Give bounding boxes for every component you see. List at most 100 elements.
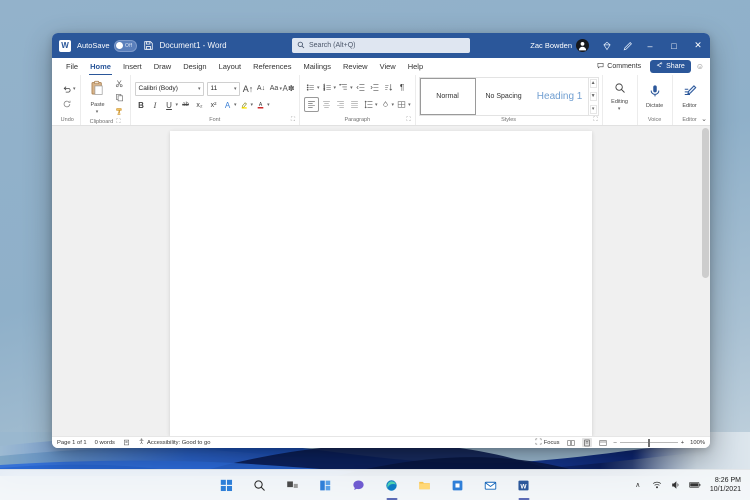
scrollbar-thumb[interactable] [702,128,709,278]
italic-button[interactable]: I [149,99,162,112]
search-input[interactable]: Search (Alt+Q) [292,38,470,53]
text-effects-caret[interactable]: ▾ [234,102,237,108]
align-left-icon[interactable] [304,97,320,112]
dialog-launcher-icon-font[interactable]: ⛶ [291,116,295,125]
font-size-input[interactable]: 11 ▾ [206,81,240,96]
share-button[interactable]: Share [650,60,691,73]
tab-review[interactable]: Review [337,58,374,75]
shrink-font-icon[interactable]: A↓ [255,82,268,95]
maximize-button[interactable]: □ [662,33,686,58]
styles-more-button[interactable]: ▾ [589,105,597,114]
style-heading-1[interactable]: Heading 1 [532,78,588,115]
tray-chevron-icon[interactable]: ∧ [632,479,644,491]
feedback-smiley-icon[interactable]: ☺ [696,62,704,71]
wifi-icon[interactable] [651,479,663,491]
widgets-button[interactable] [315,474,337,496]
dialog-launcher-icon-styles[interactable]: ⛶ [593,116,597,125]
editor-button[interactable]: Editor [677,83,703,111]
borders-caret[interactable]: ▾ [408,102,411,108]
undo-arrow-icon[interactable] [59,82,74,97]
bold-button[interactable]: B [135,99,148,112]
sort-icon[interactable] [382,81,395,94]
superscript-button[interactable]: x² [207,99,220,112]
copy-icon[interactable] [113,91,126,104]
justify-icon[interactable] [348,98,361,111]
comments-button[interactable]: Comments [593,61,645,72]
editing-button[interactable]: Editing ▾ [607,80,633,113]
close-button[interactable]: ✕ [686,33,710,58]
undo-dropdown-caret[interactable]: ▾ [73,86,76,92]
shading-caret[interactable]: ▾ [392,102,395,108]
redo-arrow-icon[interactable] [60,97,75,112]
save-icon[interactable] [143,40,154,51]
multilevel-caret[interactable]: ▾ [350,85,353,91]
collapse-ribbon-button[interactable]: ⌄ [701,115,707,123]
numbered-list-icon[interactable]: 1 2 3 [321,81,334,94]
decrease-indent-icon[interactable] [354,81,367,94]
battery-icon[interactable] [688,479,701,491]
tab-insert[interactable]: Insert [117,58,148,75]
word-icon[interactable]: W [59,39,71,52]
borders-icon[interactable] [395,98,408,111]
zoom-slider[interactable]: – + [614,438,684,447]
page-indicator[interactable]: Page 1 of 1 [57,440,87,446]
zoom-in-button[interactable]: + [681,440,684,446]
increase-indent-icon[interactable] [368,81,381,94]
edge-button[interactable] [381,474,403,496]
paste-button[interactable]: Paste ▾ [85,79,111,116]
zoom-out-button[interactable]: – [614,440,617,446]
dialog-launcher-icon-paragraph[interactable]: ⛶ [406,116,410,125]
tab-draw[interactable]: Draw [148,58,178,75]
store-button[interactable] [447,474,469,496]
task-view-button[interactable] [282,474,304,496]
styles-scroll-up[interactable]: ▲ [589,79,597,88]
text-effects-icon[interactable]: A [221,99,234,112]
tab-view[interactable]: View [374,58,402,75]
web-layout-icon[interactable] [598,438,608,447]
format-painter-icon[interactable] [113,105,126,118]
multilevel-list-icon[interactable] [337,81,350,94]
tab-help[interactable]: Help [402,58,429,75]
word-taskbar-button[interactable]: W [513,474,535,496]
zoom-level[interactable]: 100% [690,440,705,446]
numbering-caret[interactable]: ▾ [334,85,337,91]
tab-layout[interactable]: Layout [213,58,248,75]
file-explorer-button[interactable] [414,474,436,496]
chat-button[interactable] [348,474,370,496]
accessibility-status[interactable]: Accessibility: Good to go [138,438,210,447]
zoom-handle[interactable] [647,438,651,447]
tab-mailings[interactable]: Mailings [297,58,337,75]
highlight-color-icon[interactable] [238,99,251,112]
mail-button[interactable] [480,474,502,496]
start-button[interactable] [216,474,238,496]
align-right-icon[interactable] [334,98,347,111]
microsoft-365-icon[interactable] [599,38,614,53]
dictate-button[interactable]: Dictate [642,83,668,111]
proofing-icon[interactable] [123,439,130,446]
clock[interactable]: 8:26 PM 10/1/2021 [708,476,743,494]
tab-file[interactable]: File [60,58,84,75]
bullet-list-icon[interactable] [304,81,317,94]
highlight-caret[interactable]: ▾ [251,102,254,108]
subscript-button[interactable]: x₂ [193,99,206,112]
styles-scroll-down[interactable]: ▼ [589,92,597,101]
underline-caret[interactable]: ▾ [176,102,179,108]
autosave-switch[interactable]: Off [113,39,137,52]
avatar[interactable] [576,39,589,52]
line-spacing-caret[interactable]: ▾ [375,102,378,108]
style-normal[interactable]: Normal [419,78,476,115]
align-center-icon[interactable] [320,98,333,111]
editing-caret[interactable]: ▾ [618,106,621,112]
vertical-scrollbar[interactable] [702,128,709,434]
volume-icon[interactable] [670,479,682,491]
font-color-icon[interactable]: A [254,99,267,112]
ink-pen-icon[interactable] [620,38,635,53]
document-canvas[interactable] [52,126,710,436]
tab-home[interactable]: Home [84,58,117,75]
word-count[interactable]: 0 words [95,440,115,446]
scissors-icon[interactable] [113,77,126,90]
grow-font-icon[interactable]: A↑ [242,82,255,95]
clear-formatting-icon[interactable]: A✽ [282,82,295,95]
search-button[interactable] [249,474,271,496]
autosave-toggle[interactable]: AutoSave Off [77,39,137,52]
